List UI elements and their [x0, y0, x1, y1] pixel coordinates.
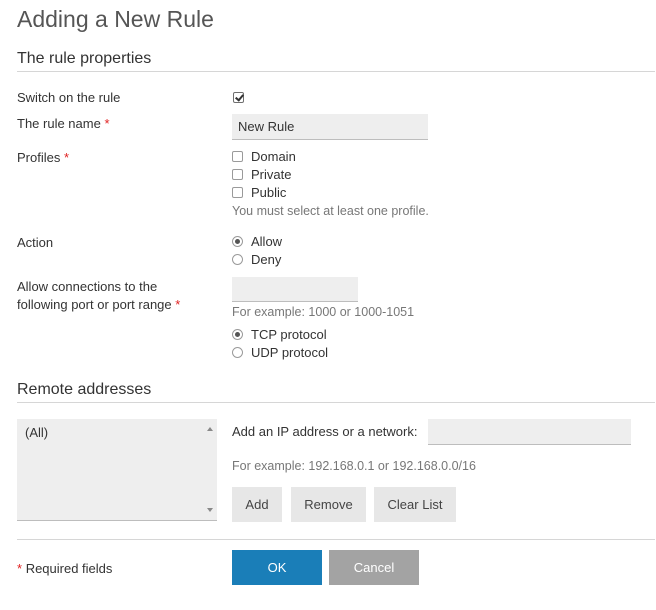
- port-label-line1: Allow connections to the: [17, 279, 158, 294]
- required-star: *: [17, 561, 23, 576]
- ok-button[interactable]: OK: [232, 550, 322, 585]
- profiles-hint: You must select at least one profile.: [232, 204, 429, 218]
- profile-domain-label: Domain: [251, 149, 296, 164]
- footer-divider: [17, 539, 655, 540]
- scroll-down-arrow-icon[interactable]: [207, 508, 213, 512]
- tcp-protocol-radio[interactable]: [232, 329, 243, 340]
- required-star: *: [175, 297, 181, 312]
- rule-properties-heading: The rule properties: [17, 50, 152, 67]
- udp-protocol-radio[interactable]: [232, 347, 243, 358]
- action-allow-radio[interactable]: [232, 236, 243, 247]
- required-fields-note: * Required fields: [17, 560, 112, 578]
- rule-name-label: The rule name *: [17, 115, 110, 133]
- profiles-label: Profiles *: [17, 149, 69, 167]
- remove-button[interactable]: Remove: [291, 487, 366, 522]
- add-address-input[interactable]: [428, 419, 631, 445]
- section-divider: [17, 71, 655, 72]
- required-star: *: [104, 116, 110, 131]
- profile-domain-checkbox[interactable]: [232, 151, 243, 162]
- profiles-label-text: Profiles: [17, 150, 61, 165]
- remote-address-list[interactable]: (All): [17, 419, 217, 521]
- action-deny-radio[interactable]: [232, 254, 243, 265]
- list-item[interactable]: (All): [25, 425, 48, 440]
- port-label: Allow connections to the following port …: [17, 278, 180, 314]
- tcp-protocol-label: TCP protocol: [251, 327, 327, 342]
- udp-protocol-label: UDP protocol: [251, 345, 329, 360]
- port-label-line2: following port or port range *: [17, 296, 180, 314]
- switch-rule-checkbox[interactable]: [233, 92, 244, 103]
- cancel-button[interactable]: Cancel: [329, 550, 419, 585]
- section-divider: [17, 402, 655, 403]
- add-button[interactable]: Add: [232, 487, 282, 522]
- rule-name-label-text: The rule name: [17, 116, 101, 131]
- profile-public-label: Public: [251, 185, 287, 200]
- profile-private-label: Private: [251, 167, 292, 182]
- required-fields-text: Required fields: [25, 561, 113, 576]
- action-label: Action: [17, 235, 54, 250]
- page-title: Adding a New Rule: [17, 6, 214, 32]
- profile-public-checkbox[interactable]: [232, 187, 243, 198]
- remote-addresses-heading: Remote addresses: [17, 381, 152, 398]
- scroll-up-arrow-icon[interactable]: [207, 427, 213, 431]
- port-hint: For example: 1000 or 1000-1051: [232, 305, 415, 319]
- port-label-line2-text: following port or port range: [17, 297, 172, 312]
- add-address-label: Add an IP address or a network:: [232, 424, 418, 439]
- action-allow-label: Allow: [251, 234, 283, 249]
- profile-private-checkbox[interactable]: [232, 169, 243, 180]
- switch-rule-label: Switch on the rule: [17, 90, 121, 105]
- add-address-hint: For example: 192.168.0.1 or 192.168.0.0/…: [232, 459, 476, 473]
- rule-name-input[interactable]: [232, 114, 428, 140]
- clear-list-button[interactable]: Clear List: [374, 487, 456, 522]
- required-star: *: [63, 150, 70, 165]
- port-input[interactable]: [232, 277, 358, 302]
- action-deny-label: Deny: [251, 252, 282, 267]
